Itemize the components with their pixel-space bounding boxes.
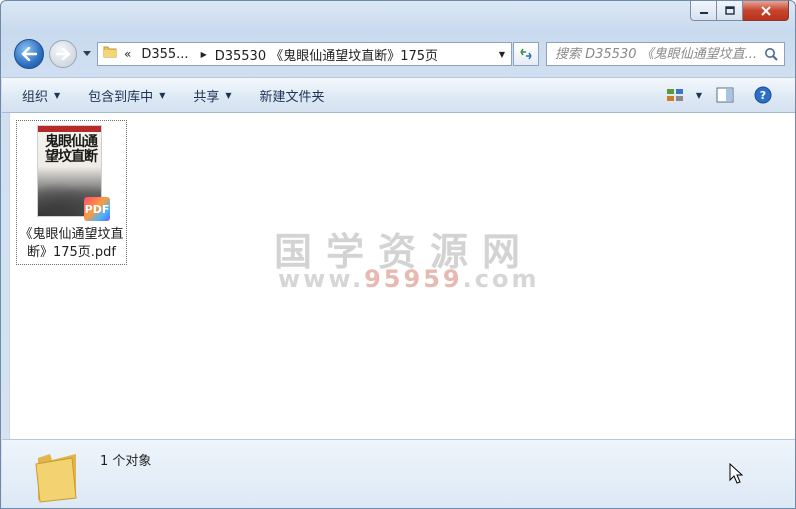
refresh-button[interactable]: [513, 42, 539, 66]
explorer-window: « D355... ▶ D35530 《鬼眼仙通望坟直断》175页 ▼ 组织 ▼ …: [0, 0, 796, 509]
arrow-right-icon: [56, 48, 70, 60]
toolbar-right: ▼ ?: [666, 78, 795, 112]
back-button[interactable]: [14, 39, 44, 69]
thumbnail-title: 鬼眼仙通望坟直断: [45, 134, 98, 165]
search-input[interactable]: [547, 46, 757, 62]
pdf-badge-icon: PDF: [84, 197, 110, 221]
breadcrumb-separator-icon[interactable]: ▶: [201, 50, 207, 59]
view-icon: [666, 89, 683, 101]
organize-menu[interactable]: 组织 ▼: [14, 82, 68, 108]
maximize-button[interactable]: [717, 1, 743, 21]
command-bar: 组织 ▼ 包含到库中 ▼ 共享 ▼ 新建文件夹 ▼ ?: [2, 77, 795, 113]
svg-text:?: ?: [760, 89, 766, 102]
details-pane: 1 个对象: [2, 439, 795, 508]
help-button[interactable]: ?: [754, 86, 772, 104]
caret-down-icon: ▼: [54, 90, 61, 100]
search-icon[interactable]: [764, 47, 778, 65]
breadcrumb-overflow[interactable]: «: [124, 47, 131, 61]
address-dropdown-icon[interactable]: ▼: [499, 50, 505, 59]
refresh-icon: [520, 48, 532, 60]
chevron-down-icon: [83, 51, 91, 56]
search-box[interactable]: [546, 42, 785, 66]
include-in-library-menu[interactable]: 包含到库中 ▼: [80, 82, 173, 108]
breadcrumb-current[interactable]: D35530 《鬼眼仙通望坟直断》175页: [215, 45, 438, 64]
new-folder-button[interactable]: 新建文件夹: [252, 82, 333, 108]
minimize-icon: [699, 11, 708, 14]
maximize-icon: [724, 5, 735, 15]
organize-label: 组织: [22, 89, 49, 105]
file-name[interactable]: 《鬼眼仙通望坟直断》175页.pdf: [17, 226, 126, 262]
item-count: 1 个对象: [100, 454, 152, 469]
recent-pages-dropdown[interactable]: [82, 49, 92, 59]
watermark-url: www.95959.com: [278, 265, 539, 293]
view-dropdown-icon[interactable]: ▼: [696, 91, 702, 100]
help-icon: ?: [754, 86, 772, 104]
caret-down-icon: ▼: [159, 90, 166, 100]
folder-large-icon: [32, 450, 82, 508]
address-bar[interactable]: « D355... ▶ D35530 《鬼眼仙通望坟直断》175页 ▼: [97, 42, 512, 66]
caption-buttons: [690, 1, 789, 21]
preview-pane-button[interactable]: [716, 87, 734, 103]
file-item[interactable]: 鬼眼仙通望坟直断 PDF 《鬼眼仙通望坟直断》175页.pdf: [16, 120, 127, 265]
watermark-url-prefix: www.: [278, 265, 365, 293]
close-button[interactable]: [743, 1, 789, 21]
minimize-button[interactable]: [690, 1, 717, 21]
preview-pane-icon: [716, 87, 734, 103]
file-list-area[interactable]: 鬼眼仙通望坟直断 PDF 《鬼眼仙通望坟直断》175页.pdf 国学资源网 ww…: [9, 113, 795, 439]
watermark-url-number: 95959: [364, 265, 463, 293]
folder-icon: [102, 44, 118, 64]
view-options-button[interactable]: ▼: [666, 87, 702, 103]
caret-down-icon: ▼: [225, 90, 232, 100]
mouse-cursor-icon: [729, 462, 744, 489]
include-in-library-label: 包含到库中: [88, 89, 154, 105]
new-folder-label: 新建文件夹: [259, 89, 325, 105]
forward-button[interactable]: [49, 40, 77, 68]
watermark-url-suffix: .com: [462, 265, 540, 293]
arrow-left-icon: [21, 47, 37, 61]
thumbnail-header-bar: [38, 126, 101, 132]
share-label: 共享: [193, 89, 220, 105]
share-menu[interactable]: 共享 ▼: [185, 82, 239, 108]
breadcrumb-item[interactable]: D355...: [141, 47, 188, 62]
close-icon: [760, 5, 771, 16]
